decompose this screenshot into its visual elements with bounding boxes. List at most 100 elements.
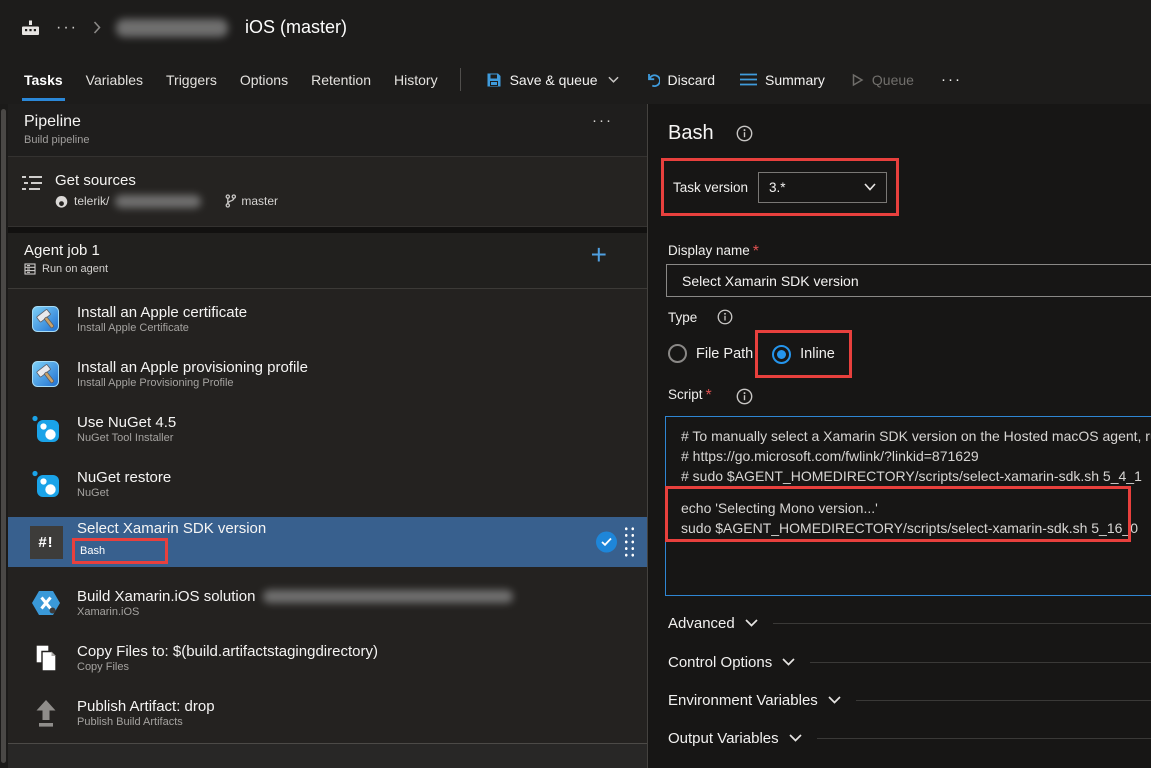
task-version-label: Task version — [673, 180, 748, 195]
task-row-install-provisioning-profile[interactable]: Install an Apple provisioning profile In… — [8, 346, 647, 401]
pipeline-more-button[interactable]: ··· — [592, 112, 613, 129]
tab-bar: Tasks Variables Triggers Options Retenti… — [0, 55, 1151, 104]
nuget-icon — [28, 414, 64, 444]
publish-artifact-icon — [28, 698, 64, 728]
get-sources-item[interactable]: Get sources telerik/ m — [8, 157, 647, 227]
task-subtitle: NuGet Tool Installer — [77, 432, 176, 444]
section-label: Advanced — [668, 615, 735, 632]
required-asterisk: * — [753, 243, 759, 261]
tab-options[interactable]: Options — [240, 55, 288, 104]
redacted-repo-name — [115, 195, 201, 208]
github-icon — [55, 195, 68, 208]
agent-job-title: Agent job 1 — [24, 242, 631, 259]
chevron-down-icon — [864, 183, 876, 191]
annotation-box-inline: Inline — [755, 330, 852, 378]
section-advanced[interactable]: Advanced — [668, 613, 1151, 633]
toolbar-more-button[interactable]: ··· — [941, 71, 962, 88]
agent-icon — [24, 263, 36, 275]
task-type-title: Bash — [668, 122, 714, 145]
agent-job-header[interactable]: Agent job 1 Run on agent + — [8, 233, 647, 289]
task-title: Publish Artifact: drop — [77, 698, 215, 715]
radio-circle-icon[interactable] — [668, 344, 687, 363]
task-row-build-xamarin-ios[interactable]: Build Xamarin.iOS solution Xamarin.iOS — [8, 575, 647, 630]
pipeline-header[interactable]: Pipeline Build pipeline ··· — [8, 104, 647, 157]
section-divider — [856, 700, 1151, 701]
pipeline-editor-window: ··· iOS (master) Tasks Variables Trigger… — [0, 0, 1151, 768]
section-output-variables[interactable]: Output Variables — [668, 728, 1151, 748]
annotation-box-script — [665, 486, 1131, 542]
drag-handle[interactable] — [623, 526, 636, 559]
breadcrumb-more-button[interactable]: ··· — [56, 19, 78, 37]
apple-build-icon — [28, 359, 64, 389]
task-subtitle: Copy Files — [77, 661, 378, 673]
tab-retention[interactable]: Retention — [311, 55, 371, 104]
script-label-row: Script * — [668, 387, 753, 405]
repo-prefix: telerik/ — [74, 194, 109, 208]
sources-icon — [22, 175, 44, 226]
chevron-down-icon — [745, 619, 758, 627]
add-task-button[interactable]: + — [591, 239, 607, 271]
task-title: Install an Apple provisioning profile — [77, 359, 308, 376]
info-icon[interactable] — [736, 125, 753, 142]
task-list-footer — [8, 743, 647, 768]
summary-button[interactable]: Summary — [740, 72, 825, 88]
chevron-down-icon — [608, 76, 619, 83]
tab-history[interactable]: History — [394, 55, 438, 104]
apple-build-icon — [28, 304, 64, 334]
tab-triggers[interactable]: Triggers — [166, 55, 217, 104]
section-environment-variables[interactable]: Environment Variables — [668, 690, 1151, 710]
task-settings-header: Bash — [668, 122, 753, 145]
tab-tasks[interactable]: Tasks — [24, 55, 63, 104]
save-and-queue-label: Save & queue — [510, 72, 598, 88]
save-icon — [486, 72, 502, 88]
get-sources-meta: telerik/ master — [55, 194, 278, 208]
section-divider — [773, 623, 1151, 624]
pipeline-title: Pipeline — [24, 113, 631, 131]
script-line: # sudo $AGENT_HOMEDIRECTORY/scripts/sele… — [681, 466, 1151, 486]
type-label-row: Type — [668, 309, 733, 325]
tab-variables[interactable]: Variables — [86, 55, 143, 104]
task-title: Select Xamarin SDK version — [77, 520, 266, 537]
task-enabled-check-icon[interactable] — [596, 532, 617, 553]
section-divider — [810, 662, 1151, 663]
top-bar: ··· iOS (master) — [0, 0, 1151, 55]
task-row-use-nuget[interactable]: Use NuGet 4.5 NuGet Tool Installer — [8, 401, 647, 456]
task-list: Install an Apple certificate Install App… — [8, 289, 647, 768]
annotation-box-bash: Bash — [72, 538, 168, 564]
queue-label: Queue — [872, 72, 914, 88]
discard-button[interactable]: Discard — [644, 72, 715, 88]
task-row-copy-files[interactable]: Copy Files to: $(build.artifactstagingdi… — [8, 630, 647, 685]
display-name-label-row: Display name * — [668, 243, 759, 261]
info-icon[interactable] — [736, 388, 753, 405]
section-label: Environment Variables — [668, 692, 818, 709]
section-label: Output Variables — [668, 730, 779, 747]
branch-info: master — [225, 194, 278, 208]
task-version-dropdown[interactable]: 3.* — [758, 172, 887, 203]
section-divider — [817, 738, 1151, 739]
task-row-publish-artifact[interactable]: Publish Artifact: drop Publish Build Art… — [8, 685, 647, 740]
left-scrollbar[interactable] — [0, 104, 8, 768]
script-editor[interactable]: # To manually select a Xamarin SDK versi… — [665, 416, 1151, 596]
radio-circle-selected-icon[interactable] — [772, 345, 791, 364]
bash-icon: #! — [28, 526, 64, 559]
chevron-down-icon — [782, 658, 795, 666]
info-icon[interactable] — [717, 309, 733, 325]
section-control-options[interactable]: Control Options — [668, 652, 1151, 672]
redacted-solution-path — [263, 590, 513, 603]
get-sources-title: Get sources — [55, 172, 278, 189]
task-subtitle: Xamarin.iOS — [77, 606, 513, 618]
agent-job-subtitle: Run on agent — [42, 263, 108, 275]
task-row-select-xamarin-sdk[interactable]: #! Select Xamarin SDK version Bash — [8, 517, 647, 567]
organization-icon[interactable] — [20, 18, 41, 38]
task-row-nuget-restore[interactable]: NuGet restore NuGet — [8, 456, 647, 511]
scrollbar-thumb[interactable] — [1, 109, 6, 763]
radio-file-path-label: File Path — [696, 346, 753, 362]
task-row-install-apple-certificate[interactable]: Install an Apple certificate Install App… — [8, 291, 647, 346]
queue-button[interactable]: Queue — [850, 72, 914, 88]
undo-icon — [644, 72, 660, 88]
task-title: Install an Apple certificate — [77, 304, 247, 321]
save-and-queue-button[interactable]: Save & queue — [486, 72, 619, 88]
display-name-input[interactable] — [666, 264, 1151, 297]
radio-file-path[interactable]: File Path — [668, 344, 753, 363]
task-subtitle: Bash — [80, 545, 105, 557]
